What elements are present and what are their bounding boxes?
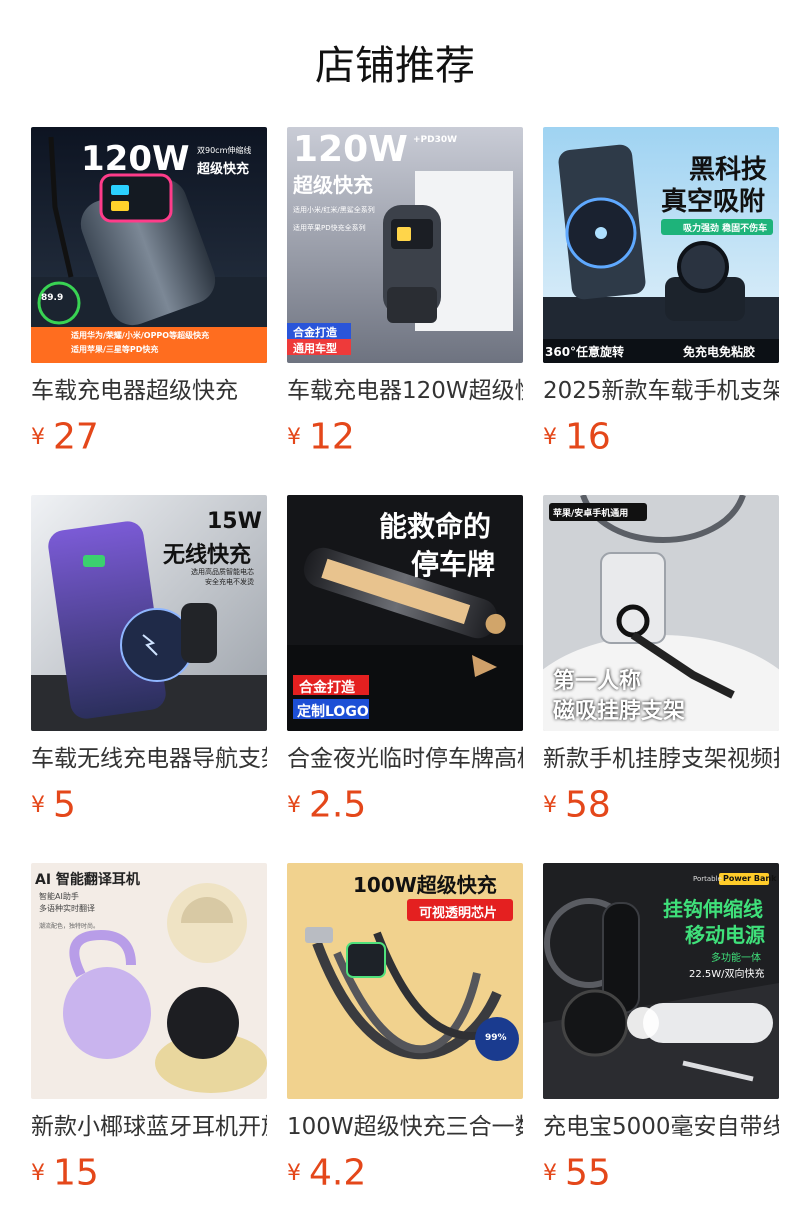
- image-headline: 挂钩伸缩线: [663, 897, 763, 921]
- image-headline: 无线快充: [163, 543, 252, 568]
- image-percent: 99%: [485, 1033, 507, 1043]
- image-subtitle: 双90cm伸缩线: [197, 146, 252, 155]
- cable-illustration: [287, 863, 523, 1099]
- product-name[interactable]: 2025新款车载手机支架: [543, 375, 779, 407]
- product-price: ¥2.5: [287, 783, 523, 828]
- image-headline: 120W: [81, 139, 190, 179]
- image-headline: 120W: [293, 129, 408, 170]
- image-tag: Portable: [693, 875, 722, 883]
- price-value: 4.2: [309, 1152, 367, 1194]
- product-price: ¥4.2: [287, 1151, 523, 1196]
- price-value: 2.5: [309, 784, 367, 826]
- currency-symbol: ¥: [31, 424, 45, 450]
- image-note: 多语种实时翻译: [39, 904, 95, 913]
- currency-symbol: ¥: [543, 424, 557, 450]
- product-image[interactable]: 苹果/安卓手机通用 第一人称 磁吸挂脖支架: [543, 495, 779, 731]
- product-price: ¥55: [543, 1151, 779, 1196]
- product-card[interactable]: 能救命的 停车牌 合金打造 定制LOGO 合金夜光临时停车牌高档 ¥2.5: [287, 495, 523, 826]
- currency-symbol: ¥: [543, 792, 557, 818]
- product-grid: 120W 双90cm伸缩线 超级快充 89.9 适用华为/荣耀/小米/OPPO等…: [31, 127, 779, 1194]
- product-price: ¥58: [543, 783, 779, 828]
- product-card[interactable]: 120W 双90cm伸缩线 超级快充 89.9 适用华为/荣耀/小米/OPPO等…: [31, 127, 267, 458]
- product-card[interactable]: 120W +PD30W 超级快充 适用小米/红米/黑鲨全系列 适用苹果PD快充全…: [287, 127, 523, 458]
- product-name[interactable]: 100W超级快充三合一数据线: [287, 1111, 523, 1143]
- image-note: 潮流配色，独特时尚。: [39, 923, 100, 930]
- image-subtitle: 超级快充: [197, 162, 250, 177]
- image-strip: 吸力强劲 稳固不伤车: [683, 224, 768, 234]
- price-value: 58: [565, 784, 611, 826]
- product-card[interactable]: 苹果/安卓手机通用 第一人称 磁吸挂脖支架 新款手机挂脖支架视频拍摄 ¥58: [543, 495, 779, 826]
- image-badge: 通用车型: [293, 342, 337, 355]
- image-badge: 定制LOGO: [297, 704, 369, 720]
- product-name[interactable]: 车载无线充电器导航支架: [31, 743, 267, 775]
- currency-symbol: ¥: [31, 792, 45, 818]
- price-value: 12: [309, 416, 355, 458]
- image-tag: Power Bank: [723, 874, 777, 883]
- image-note: 智能AI助手: [39, 892, 79, 901]
- image-headline: 100W超级快充: [353, 873, 497, 897]
- image-badge: 合金打造: [293, 326, 337, 339]
- image-superscript: +PD30W: [413, 135, 458, 145]
- image-tag: 适用苹果/三星等PD快充: [71, 345, 159, 354]
- price-value: 5: [53, 784, 76, 826]
- product-name[interactable]: 合金夜光临时停车牌高档: [287, 743, 523, 775]
- image-readout: 89.9: [41, 293, 64, 303]
- product-image[interactable]: 黑科技 真空吸附 吸力强劲 稳固不伤车 360°任意旋转 免充电免粘胶: [543, 127, 779, 363]
- product-price: ¥12: [287, 415, 523, 460]
- product-image[interactable]: 能救命的 停车牌 合金打造 定制LOGO: [287, 495, 523, 731]
- currency-symbol: ¥: [543, 1160, 557, 1186]
- product-price: ¥16: [543, 415, 779, 460]
- product-image[interactable]: Portable Power Bank 挂钩伸缩线 移动电源 多功能一体 22.…: [543, 863, 779, 1099]
- image-headline: 移动电源: [685, 923, 765, 947]
- image-subtitle: 超级快充: [293, 173, 373, 197]
- price-value: 16: [565, 416, 611, 458]
- image-caption: 免充电免粘胶: [683, 345, 756, 359]
- product-card[interactable]: 黑科技 真空吸附 吸力强劲 稳固不伤车 360°任意旋转 免充电免粘胶 2025…: [543, 127, 779, 458]
- image-caption: 360°任意旋转: [545, 345, 625, 359]
- product-name[interactable]: 新款手机挂脖支架视频拍摄: [543, 743, 779, 775]
- image-badge: 合金打造: [299, 680, 355, 696]
- product-name[interactable]: 车载充电器120W超级快充: [287, 375, 523, 407]
- product-card[interactable]: Portable Power Bank 挂钩伸缩线 移动电源 多功能一体 22.…: [543, 863, 779, 1194]
- image-headline: 真空吸附: [661, 187, 766, 217]
- image-headline: 15W: [207, 509, 262, 534]
- product-price: ¥5: [31, 783, 267, 828]
- currency-symbol: ¥: [287, 792, 301, 818]
- image-headline: 能救命的: [379, 510, 492, 543]
- image-headline: AI 智能翻译耳机: [35, 872, 140, 888]
- image-note: 适用苹果PD快充全系列: [293, 224, 366, 232]
- currency-symbol: ¥: [31, 1160, 45, 1186]
- product-name[interactable]: 充电宝5000毫安自带线: [543, 1111, 779, 1143]
- currency-symbol: ¥: [287, 1160, 301, 1186]
- image-headline: 停车牌: [411, 548, 496, 581]
- image-tag: 适用华为/荣耀/小米/OPPO等超级快充: [71, 331, 210, 340]
- product-card[interactable]: 100W超级快充 可视透明芯片 99% 100W超级快充三合一数据线 ¥4.2: [287, 863, 523, 1194]
- image-note: 22.5W/双向快充: [689, 969, 765, 980]
- product-name[interactable]: 车载充电器超级快充: [31, 375, 267, 407]
- price-value: 15: [53, 1152, 99, 1194]
- image-caption: 磁吸挂脖支架: [553, 699, 686, 724]
- price-value: 55: [565, 1152, 611, 1194]
- image-caption: 第一人称: [553, 669, 642, 694]
- product-image[interactable]: 120W +PD30W 超级快充 适用小米/红米/黑鲨全系列 适用苹果PD快充全…: [287, 127, 523, 363]
- product-image[interactable]: 100W超级快充 可视透明芯片 99%: [287, 863, 523, 1099]
- image-tag: 苹果/安卓手机通用: [553, 509, 629, 519]
- product-card[interactable]: AI 智能翻译耳机 智能AI助手 多语种实时翻译 潮流配色，独特时尚。 新款小椰…: [31, 863, 267, 1194]
- price-value: 27: [53, 416, 99, 458]
- image-note: 安全充电不发烫: [205, 578, 254, 586]
- product-image[interactable]: 120W 双90cm伸缩线 超级快充 89.9 适用华为/荣耀/小米/OPPO等…: [31, 127, 267, 363]
- product-price: ¥27: [31, 415, 267, 460]
- image-badge: 可视透明芯片: [419, 906, 498, 921]
- image-note: 适用小米/红米/黑鲨全系列: [293, 206, 375, 214]
- product-price: ¥15: [31, 1151, 267, 1196]
- product-image[interactable]: 15W 无线快充 选用高品质智能电芯 安全充电不发烫: [31, 495, 267, 731]
- page-title: 店铺推荐: [315, 43, 475, 89]
- product-image[interactable]: AI 智能翻译耳机 智能AI助手 多语种实时翻译 潮流配色，独特时尚。: [31, 863, 267, 1099]
- product-card[interactable]: 15W 无线快充 选用高品质智能电芯 安全充电不发烫 车载无线充电器导航支架 ¥…: [31, 495, 267, 826]
- product-name[interactable]: 新款小椰球蓝牙耳机开放式: [31, 1111, 267, 1143]
- image-note: 多功能一体: [711, 953, 761, 964]
- image-note: 选用高品质智能电芯: [191, 568, 254, 576]
- currency-symbol: ¥: [287, 424, 301, 450]
